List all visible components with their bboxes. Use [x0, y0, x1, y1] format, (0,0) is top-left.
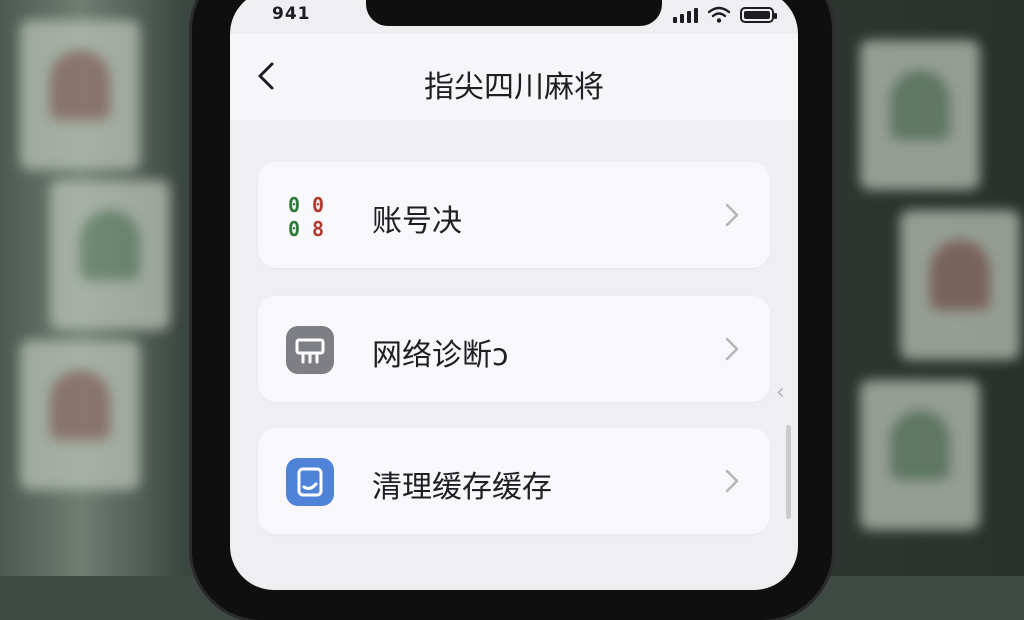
status-bar: 941 [230, 0, 798, 34]
status-icons [673, 6, 777, 24]
phone-screen: 941 指尖四川麻将 0 0 0 8 账号决 网络诊断ↄ 清理缓存缓存 [230, 0, 798, 590]
svg-text:0: 0 [288, 217, 300, 240]
scrollbar[interactable] [786, 425, 791, 519]
notch [366, 0, 662, 26]
background-tile [20, 20, 140, 170]
list-item-network-diagnosis[interactable]: 网络诊断ↄ [258, 296, 770, 402]
item-label: 网络诊断ↄ [372, 338, 509, 373]
list-item-clear-cache[interactable]: 清理缓存缓存 [258, 428, 770, 534]
signal-icon [673, 7, 698, 23]
background-tile [860, 40, 980, 190]
status-time: 941 [272, 4, 311, 24]
battery-icon [740, 7, 777, 23]
list-item-account[interactable]: 0 0 0 8 账号决 [258, 162, 770, 268]
svg-text:8: 8 [312, 217, 324, 240]
chevron-left-icon: ‹ [776, 380, 785, 405]
item-label: 账号决 [372, 204, 462, 239]
clean-cache-icon [286, 458, 334, 506]
item-label: 清理缓存缓存 [372, 470, 552, 505]
chevron-right-icon [725, 203, 739, 227]
background-tile [860, 380, 980, 530]
svg-text:0: 0 [288, 193, 300, 217]
chevron-right-icon [725, 337, 739, 361]
page-title: 指尖四川麻将 [424, 70, 604, 105]
background-tile [900, 210, 1020, 360]
mahjong-tiles-icon: 0 0 0 8 [286, 192, 334, 241]
background-tile [50, 180, 170, 330]
network-diagnosis-icon [286, 326, 334, 374]
wifi-icon [708, 6, 730, 23]
navigation-bar: 指尖四川麻将 [230, 34, 798, 120]
svg-text:0: 0 [312, 193, 324, 217]
background-tile [20, 340, 140, 490]
chevron-right-icon [725, 469, 739, 493]
